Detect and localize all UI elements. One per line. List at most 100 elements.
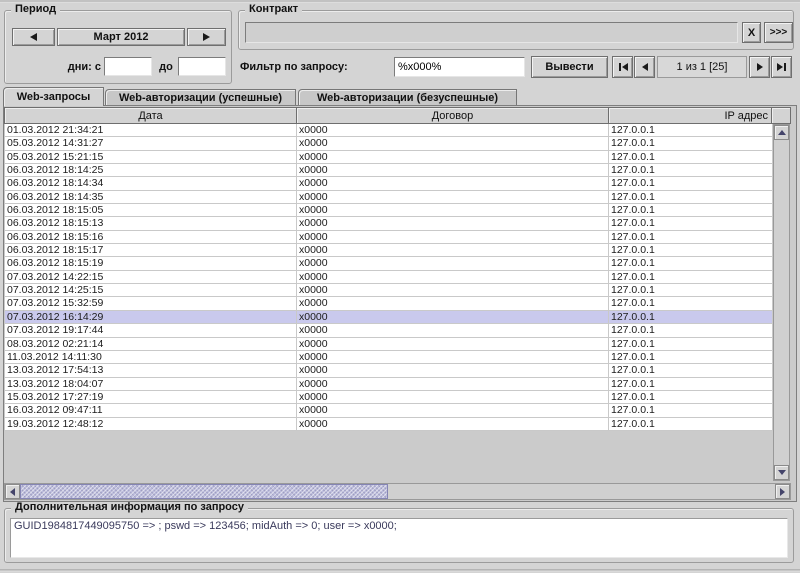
ip-cell: 127.0.0.1: [609, 231, 773, 244]
contract-cell: x0000: [297, 137, 609, 150]
tab-web-auth-fail[interactable]: Web-авторизации (безуспешные): [298, 89, 517, 105]
table-row[interactable]: 13.03.2012 17:54:13x0000127.0.0.1: [4, 364, 773, 377]
table-row[interactable]: 06.03.2012 18:15:17x0000127.0.0.1: [4, 244, 773, 257]
scroll-left-icon: [10, 488, 15, 496]
scroll-left-button[interactable]: [5, 484, 20, 499]
contract-cell: x0000: [297, 284, 609, 297]
left-arrow-icon: [30, 33, 37, 41]
table-row[interactable]: 06.03.2012 18:15:16x0000127.0.0.1: [4, 231, 773, 244]
header-cell-contract[interactable]: Договор: [297, 108, 609, 123]
expand-contract-button[interactable]: >>>: [764, 22, 793, 43]
scroll-right-button[interactable]: [775, 484, 790, 499]
date-cell: 07.03.2012 16:14:29: [4, 311, 297, 324]
table-row[interactable]: 19.03.2012 12:48:12x0000127.0.0.1: [4, 418, 773, 431]
date-cell: 07.03.2012 14:25:15: [4, 284, 297, 297]
application-window: Период Март 2012 дни: с до Контракт X >>…: [0, 0, 800, 573]
table-row[interactable]: 06.03.2012 18:14:34x0000127.0.0.1: [4, 177, 773, 190]
header-cell-date[interactable]: Дата: [5, 108, 297, 123]
table-row[interactable]: 05.03.2012 14:31:27x0000127.0.0.1: [4, 137, 773, 150]
table-row[interactable]: 01.03.2012 21:34:21x0000127.0.0.1: [4, 124, 773, 137]
date-cell: 06.03.2012 18:14:34: [4, 177, 297, 190]
filter-input[interactable]: [394, 57, 525, 77]
ip-cell: 127.0.0.1: [609, 137, 773, 150]
table-row[interactable]: 11.03.2012 14:11:30x0000127.0.0.1: [4, 351, 773, 364]
next-page-button[interactable]: [749, 56, 770, 78]
ip-cell: 127.0.0.1: [609, 257, 773, 270]
date-cell: 01.03.2012 21:34:21: [4, 124, 297, 137]
ip-cell: 127.0.0.1: [609, 217, 773, 230]
horizontal-scrollbar[interactable]: [4, 483, 791, 500]
vertical-scrollbar[interactable]: [773, 124, 790, 481]
clear-contract-button[interactable]: X: [742, 22, 761, 43]
date-cell: 08.03.2012 02:21:14: [4, 338, 297, 351]
days-from-input[interactable]: [104, 57, 152, 76]
submit-button[interactable]: Вывести: [531, 56, 608, 78]
table-row[interactable]: 07.03.2012 16:14:29x0000127.0.0.1: [4, 311, 773, 324]
table-row[interactable]: 16.03.2012 09:47:11x0000127.0.0.1: [4, 404, 773, 417]
contract-cell: x0000: [297, 418, 609, 431]
table-row[interactable]: 07.03.2012 19:17:44x0000127.0.0.1: [4, 324, 773, 337]
table-row[interactable]: 06.03.2012 18:15:13x0000127.0.0.1: [4, 217, 773, 230]
date-cell: 13.03.2012 18:04:07: [4, 378, 297, 391]
days-to-input[interactable]: [178, 57, 226, 76]
contract-group-title: Контракт: [245, 3, 302, 15]
date-cell: 07.03.2012 14:22:15: [4, 271, 297, 284]
date-cell: 06.03.2012 18:15:19: [4, 257, 297, 270]
contract-cell: x0000: [297, 151, 609, 164]
contract-cell: x0000: [297, 231, 609, 244]
tab-web-auth-success[interactable]: Web-авторизации (успешные): [105, 89, 296, 105]
prev-page-button[interactable]: [634, 56, 655, 78]
last-page-button[interactable]: [771, 56, 792, 78]
ip-cell: 127.0.0.1: [609, 191, 773, 204]
date-cell: 19.03.2012 12:48:12: [4, 418, 297, 431]
contract-cell: x0000: [297, 177, 609, 190]
table-row[interactable]: 06.03.2012 18:14:35x0000127.0.0.1: [4, 191, 773, 204]
prev-month-button[interactable]: [12, 28, 55, 46]
ip-cell: 127.0.0.1: [609, 297, 773, 310]
ip-cell: 127.0.0.1: [609, 151, 773, 164]
date-cell: 06.03.2012 18:15:13: [4, 217, 297, 230]
table-row[interactable]: 13.03.2012 18:04:07x0000127.0.0.1: [4, 378, 773, 391]
month-button[interactable]: Март 2012: [57, 28, 185, 46]
table-row[interactable]: 15.03.2012 17:27:19x0000127.0.0.1: [4, 391, 773, 404]
contract-cell: x0000: [297, 164, 609, 177]
scroll-down-button[interactable]: [774, 465, 789, 480]
contract-cell: x0000: [297, 271, 609, 284]
table-row[interactable]: 07.03.2012 14:25:15x0000127.0.0.1: [4, 284, 773, 297]
table-row[interactable]: 07.03.2012 15:32:59x0000127.0.0.1: [4, 297, 773, 310]
ip-cell: 127.0.0.1: [609, 244, 773, 257]
ip-cell: 127.0.0.1: [609, 404, 773, 417]
ip-cell: 127.0.0.1: [609, 124, 773, 137]
scroll-right-icon: [780, 488, 785, 496]
header-cell-ip[interactable]: IP адрес: [609, 108, 772, 123]
scroll-down-icon: [778, 470, 786, 475]
contract-cell: x0000: [297, 364, 609, 377]
additional-info-group: Дополнительная информация по запросу GUI…: [4, 508, 794, 563]
prev-page-icon: [642, 63, 648, 71]
contract-field[interactable]: [245, 22, 738, 43]
next-month-button[interactable]: [187, 28, 226, 46]
right-arrow-icon: [203, 33, 210, 41]
table-row[interactable]: 06.03.2012 18:15:05x0000127.0.0.1: [4, 204, 773, 217]
table-row[interactable]: 05.03.2012 15:21:15x0000127.0.0.1: [4, 151, 773, 164]
table-row[interactable]: 08.03.2012 02:21:14x0000127.0.0.1: [4, 338, 773, 351]
tab-web-requests[interactable]: Web-запросы: [3, 87, 104, 106]
date-cell: 07.03.2012 15:32:59: [4, 297, 297, 310]
window-top-edge: [0, 0, 800, 3]
table-row[interactable]: 06.03.2012 18:15:19x0000127.0.0.1: [4, 257, 773, 270]
scroll-up-button[interactable]: [774, 125, 789, 140]
days-from-label: дни: с: [5, 58, 101, 76]
table-row[interactable]: 07.03.2012 14:22:15x0000127.0.0.1: [4, 271, 773, 284]
ip-cell: 127.0.0.1: [609, 338, 773, 351]
date-cell: 06.03.2012 18:15:05: [4, 204, 297, 217]
ip-cell: 127.0.0.1: [609, 378, 773, 391]
date-cell: 15.03.2012 17:27:19: [4, 391, 297, 404]
page-status: 1 из 1 [25]: [657, 56, 747, 78]
date-cell: 13.03.2012 17:54:13: [4, 364, 297, 377]
first-page-button[interactable]: [612, 56, 633, 78]
hscroll-thumb[interactable]: [20, 484, 388, 499]
next-page-icon: [757, 63, 763, 71]
table-row[interactable]: 06.03.2012 18:14:25x0000127.0.0.1: [4, 164, 773, 177]
additional-info-text[interactable]: GUID1984817449095750 => ; pswd => 123456…: [10, 518, 788, 558]
date-cell: 06.03.2012 18:15:16: [4, 231, 297, 244]
